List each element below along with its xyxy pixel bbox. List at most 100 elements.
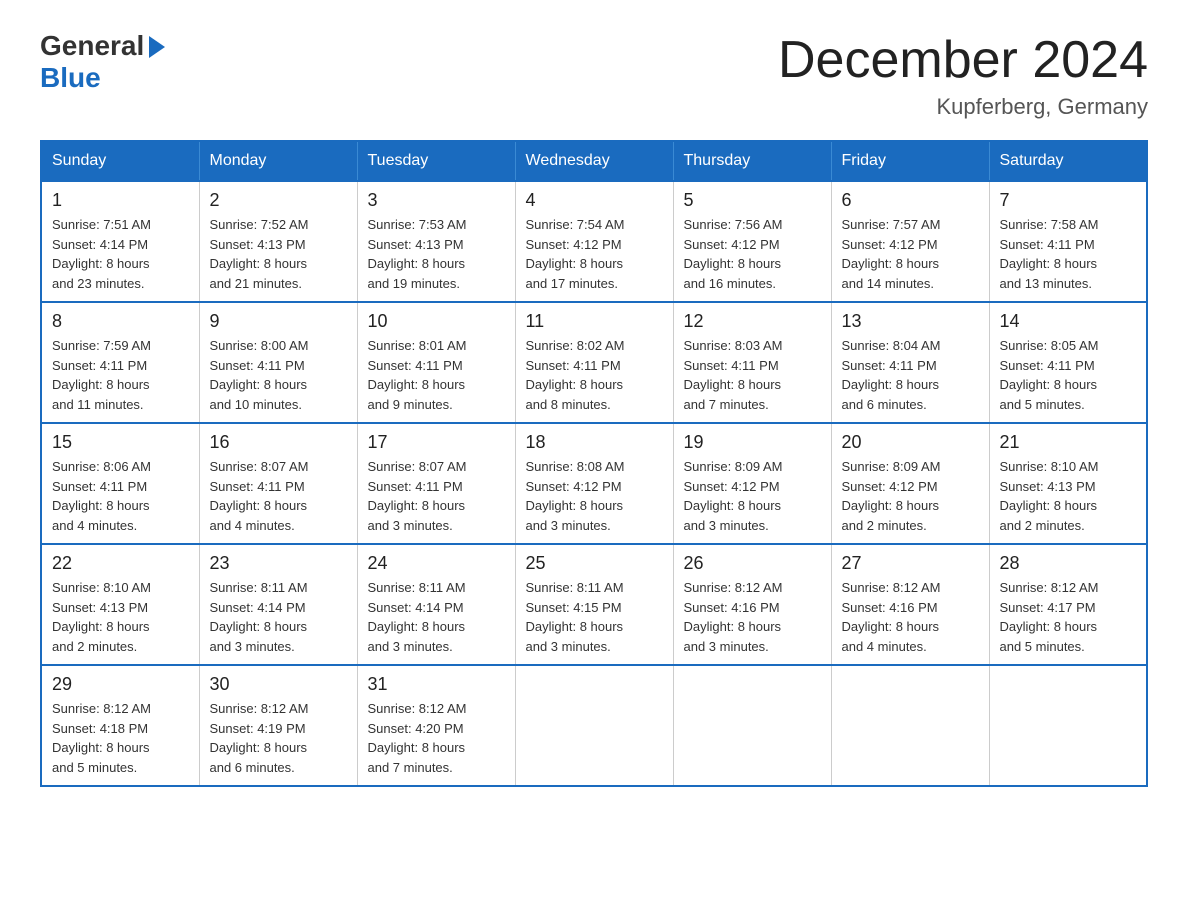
- calendar-day-cell: 8 Sunrise: 7:59 AM Sunset: 4:11 PM Dayli…: [41, 302, 199, 423]
- calendar-day-cell: 13 Sunrise: 8:04 AM Sunset: 4:11 PM Dayl…: [831, 302, 989, 423]
- day-info: Sunrise: 8:07 AM Sunset: 4:11 PM Dayligh…: [210, 457, 347, 535]
- day-number: 25: [526, 553, 663, 574]
- day-number: 29: [52, 674, 189, 695]
- calendar-day-cell: 3 Sunrise: 7:53 AM Sunset: 4:13 PM Dayli…: [357, 181, 515, 302]
- day-info: Sunrise: 8:02 AM Sunset: 4:11 PM Dayligh…: [526, 336, 663, 414]
- day-number: 7: [1000, 190, 1137, 211]
- calendar-day-cell: 30 Sunrise: 8:12 AM Sunset: 4:19 PM Dayl…: [199, 665, 357, 786]
- calendar-day-cell: 18 Sunrise: 8:08 AM Sunset: 4:12 PM Dayl…: [515, 423, 673, 544]
- logo-general-text: General: [40, 30, 144, 62]
- day-number: 28: [1000, 553, 1137, 574]
- calendar-day-cell: 15 Sunrise: 8:06 AM Sunset: 4:11 PM Dayl…: [41, 423, 199, 544]
- col-friday: Friday: [831, 141, 989, 181]
- day-info: Sunrise: 8:09 AM Sunset: 4:12 PM Dayligh…: [684, 457, 821, 535]
- col-wednesday: Wednesday: [515, 141, 673, 181]
- day-info: Sunrise: 8:12 AM Sunset: 4:19 PM Dayligh…: [210, 699, 347, 777]
- day-number: 31: [368, 674, 505, 695]
- day-info: Sunrise: 7:51 AM Sunset: 4:14 PM Dayligh…: [52, 215, 189, 293]
- location-title: Kupferberg, Germany: [778, 94, 1148, 120]
- day-info: Sunrise: 8:06 AM Sunset: 4:11 PM Dayligh…: [52, 457, 189, 535]
- day-info: Sunrise: 8:05 AM Sunset: 4:11 PM Dayligh…: [1000, 336, 1137, 414]
- day-number: 1: [52, 190, 189, 211]
- calendar-day-cell: [989, 665, 1147, 786]
- calendar-day-cell: 14 Sunrise: 8:05 AM Sunset: 4:11 PM Dayl…: [989, 302, 1147, 423]
- calendar-day-cell: 21 Sunrise: 8:10 AM Sunset: 4:13 PM Dayl…: [989, 423, 1147, 544]
- day-info: Sunrise: 8:03 AM Sunset: 4:11 PM Dayligh…: [684, 336, 821, 414]
- day-number: 26: [684, 553, 821, 574]
- calendar-day-cell: 6 Sunrise: 7:57 AM Sunset: 4:12 PM Dayli…: [831, 181, 989, 302]
- logo-arrow-icon: [149, 36, 165, 58]
- calendar-week-row: 8 Sunrise: 7:59 AM Sunset: 4:11 PM Dayli…: [41, 302, 1147, 423]
- day-info: Sunrise: 8:10 AM Sunset: 4:13 PM Dayligh…: [52, 578, 189, 656]
- day-number: 8: [52, 311, 189, 332]
- calendar-week-row: 15 Sunrise: 8:06 AM Sunset: 4:11 PM Dayl…: [41, 423, 1147, 544]
- day-info: Sunrise: 8:12 AM Sunset: 4:16 PM Dayligh…: [684, 578, 821, 656]
- day-info: Sunrise: 8:11 AM Sunset: 4:14 PM Dayligh…: [210, 578, 347, 656]
- calendar-day-cell: 23 Sunrise: 8:11 AM Sunset: 4:14 PM Dayl…: [199, 544, 357, 665]
- col-thursday: Thursday: [673, 141, 831, 181]
- calendar-day-cell: 17 Sunrise: 8:07 AM Sunset: 4:11 PM Dayl…: [357, 423, 515, 544]
- calendar-day-cell: 20 Sunrise: 8:09 AM Sunset: 4:12 PM Dayl…: [831, 423, 989, 544]
- calendar-day-cell: 22 Sunrise: 8:10 AM Sunset: 4:13 PM Dayl…: [41, 544, 199, 665]
- day-info: Sunrise: 8:09 AM Sunset: 4:12 PM Dayligh…: [842, 457, 979, 535]
- day-number: 19: [684, 432, 821, 453]
- day-info: Sunrise: 8:12 AM Sunset: 4:18 PM Dayligh…: [52, 699, 189, 777]
- calendar-week-row: 22 Sunrise: 8:10 AM Sunset: 4:13 PM Dayl…: [41, 544, 1147, 665]
- calendar-day-cell: 9 Sunrise: 8:00 AM Sunset: 4:11 PM Dayli…: [199, 302, 357, 423]
- calendar-day-cell: 29 Sunrise: 8:12 AM Sunset: 4:18 PM Dayl…: [41, 665, 199, 786]
- day-info: Sunrise: 8:10 AM Sunset: 4:13 PM Dayligh…: [1000, 457, 1137, 535]
- month-title: December 2024: [778, 30, 1148, 90]
- calendar-day-cell: 12 Sunrise: 8:03 AM Sunset: 4:11 PM Dayl…: [673, 302, 831, 423]
- calendar-day-cell: 16 Sunrise: 8:07 AM Sunset: 4:11 PM Dayl…: [199, 423, 357, 544]
- day-number: 18: [526, 432, 663, 453]
- day-info: Sunrise: 7:56 AM Sunset: 4:12 PM Dayligh…: [684, 215, 821, 293]
- calendar-week-row: 1 Sunrise: 7:51 AM Sunset: 4:14 PM Dayli…: [41, 181, 1147, 302]
- calendar-day-cell: 24 Sunrise: 8:11 AM Sunset: 4:14 PM Dayl…: [357, 544, 515, 665]
- day-number: 14: [1000, 311, 1137, 332]
- calendar-week-row: 29 Sunrise: 8:12 AM Sunset: 4:18 PM Dayl…: [41, 665, 1147, 786]
- calendar-day-cell: 2 Sunrise: 7:52 AM Sunset: 4:13 PM Dayli…: [199, 181, 357, 302]
- day-number: 27: [842, 553, 979, 574]
- day-info: Sunrise: 8:12 AM Sunset: 4:16 PM Dayligh…: [842, 578, 979, 656]
- day-info: Sunrise: 7:53 AM Sunset: 4:13 PM Dayligh…: [368, 215, 505, 293]
- day-number: 23: [210, 553, 347, 574]
- day-info: Sunrise: 7:58 AM Sunset: 4:11 PM Dayligh…: [1000, 215, 1137, 293]
- page-header: General Blue December 2024 Kupferberg, G…: [40, 30, 1148, 120]
- day-info: Sunrise: 8:12 AM Sunset: 4:20 PM Dayligh…: [368, 699, 505, 777]
- day-info: Sunrise: 8:08 AM Sunset: 4:12 PM Dayligh…: [526, 457, 663, 535]
- col-monday: Monday: [199, 141, 357, 181]
- day-number: 15: [52, 432, 189, 453]
- title-block: December 2024 Kupferberg, Germany: [778, 30, 1148, 120]
- day-number: 24: [368, 553, 505, 574]
- day-number: 20: [842, 432, 979, 453]
- day-info: Sunrise: 7:57 AM Sunset: 4:12 PM Dayligh…: [842, 215, 979, 293]
- calendar-day-cell: 1 Sunrise: 7:51 AM Sunset: 4:14 PM Dayli…: [41, 181, 199, 302]
- calendar-day-cell: [515, 665, 673, 786]
- logo: General Blue: [40, 30, 165, 94]
- day-number: 17: [368, 432, 505, 453]
- calendar-day-cell: 19 Sunrise: 8:09 AM Sunset: 4:12 PM Dayl…: [673, 423, 831, 544]
- day-number: 5: [684, 190, 821, 211]
- col-sunday: Sunday: [41, 141, 199, 181]
- day-number: 3: [368, 190, 505, 211]
- day-number: 21: [1000, 432, 1137, 453]
- col-tuesday: Tuesday: [357, 141, 515, 181]
- day-number: 4: [526, 190, 663, 211]
- calendar-day-cell: 31 Sunrise: 8:12 AM Sunset: 4:20 PM Dayl…: [357, 665, 515, 786]
- calendar-day-cell: 5 Sunrise: 7:56 AM Sunset: 4:12 PM Dayli…: [673, 181, 831, 302]
- day-number: 30: [210, 674, 347, 695]
- day-info: Sunrise: 8:01 AM Sunset: 4:11 PM Dayligh…: [368, 336, 505, 414]
- day-info: Sunrise: 7:59 AM Sunset: 4:11 PM Dayligh…: [52, 336, 189, 414]
- calendar-day-cell: 28 Sunrise: 8:12 AM Sunset: 4:17 PM Dayl…: [989, 544, 1147, 665]
- calendar-day-cell: [831, 665, 989, 786]
- calendar-day-cell: 27 Sunrise: 8:12 AM Sunset: 4:16 PM Dayl…: [831, 544, 989, 665]
- col-saturday: Saturday: [989, 141, 1147, 181]
- calendar-day-cell: 25 Sunrise: 8:11 AM Sunset: 4:15 PM Dayl…: [515, 544, 673, 665]
- day-number: 9: [210, 311, 347, 332]
- day-info: Sunrise: 8:12 AM Sunset: 4:17 PM Dayligh…: [1000, 578, 1137, 656]
- calendar-day-cell: [673, 665, 831, 786]
- calendar-day-cell: 26 Sunrise: 8:12 AM Sunset: 4:16 PM Dayl…: [673, 544, 831, 665]
- calendar-day-cell: 11 Sunrise: 8:02 AM Sunset: 4:11 PM Dayl…: [515, 302, 673, 423]
- day-info: Sunrise: 8:11 AM Sunset: 4:15 PM Dayligh…: [526, 578, 663, 656]
- day-info: Sunrise: 8:11 AM Sunset: 4:14 PM Dayligh…: [368, 578, 505, 656]
